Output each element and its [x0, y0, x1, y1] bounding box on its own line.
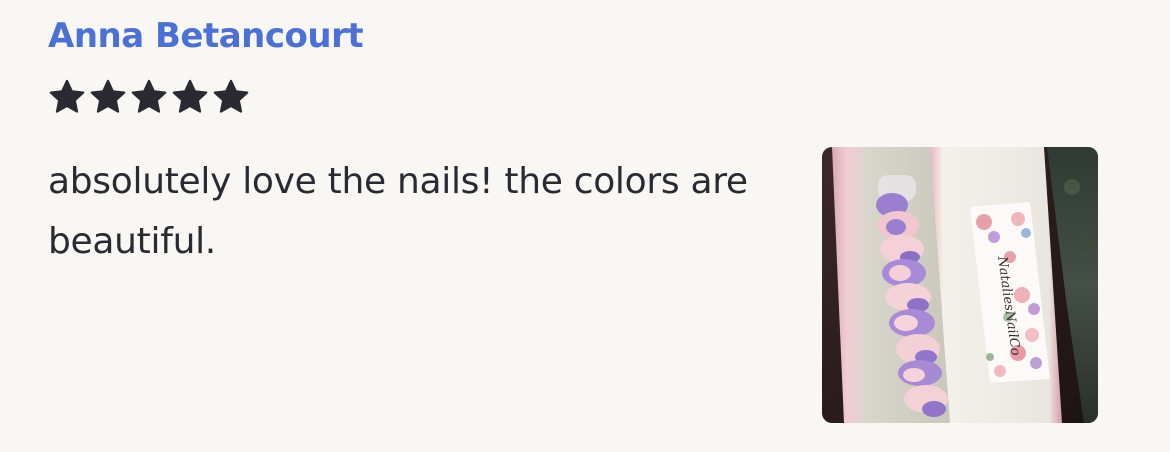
star-icon — [131, 79, 167, 113]
star-icon — [172, 79, 208, 113]
star-icon — [90, 79, 126, 113]
reviewer-name-link[interactable]: Anna Betancourt — [48, 16, 364, 56]
star-rating — [48, 78, 250, 116]
star-icon — [49, 79, 85, 113]
review-card: Anna Betancourt absolutely love the nail… — [0, 0, 1170, 452]
review-text: absolutely love the nails! the colors ar… — [48, 161, 748, 262]
review-photo[interactable]: NataliesNailCo — [822, 147, 1098, 423]
review-photo-image: NataliesNailCo — [822, 147, 1098, 423]
star-icon — [213, 79, 249, 113]
